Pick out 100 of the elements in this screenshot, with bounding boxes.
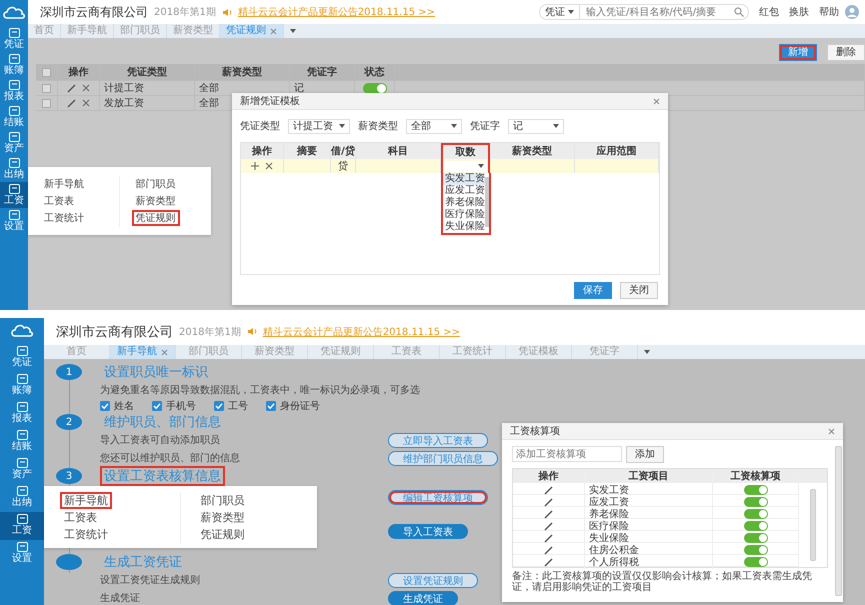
search-icon [734,7,744,17]
tab[interactable]: 新手导航 [110,345,176,359]
menu-item[interactable]: 工资表 [60,508,101,526]
close-icon[interactable] [828,428,835,434]
sidebar-item[interactable]: 资产 [0,130,28,156]
delete-icon[interactable] [82,99,90,107]
toggle-switch[interactable] [744,557,768,567]
checkbox[interactable] [42,68,51,76]
sidebar-item[interactable]: 工资 [0,182,28,208]
column-header: 状态 [355,64,395,80]
menu-item[interactable]: 新手导航 [60,492,112,508]
toggle-switch[interactable] [744,509,768,519]
delete-icon[interactable] [265,162,273,170]
notice-link[interactable]: 精斗云云会计产品更新公告2018.11.15 >> [238,5,436,19]
dropdown-option[interactable]: 实发工资 [443,173,485,185]
action-button[interactable]: 设置凭证规则 [388,572,478,588]
add-button[interactable]: 添加 [626,446,664,462]
dropdown-option[interactable]: 失业保险 [443,221,485,233]
checkbox[interactable] [42,84,51,92]
menu-item[interactable]: 凭证规则 [196,526,248,542]
plus-icon[interactable] [251,162,259,170]
dropdown-option[interactable]: 养老保险 [443,197,485,209]
toggle-switch[interactable] [744,485,768,495]
menu-item[interactable]: 薪资类型 [132,193,180,209]
menu-item[interactable]: 薪资类型 [196,508,248,526]
action-button[interactable]: 立即导入工资表 [388,432,488,448]
menu-item[interactable]: 部门职员 [132,176,180,192]
sidebar-item[interactable]: 凭证 [0,344,44,372]
action-button[interactable]: 编辑工资核算项 [388,490,488,504]
caret-icon[interactable] [644,350,650,354]
select-field[interactable]: 计提工资 [288,118,350,134]
step-number: 2 [56,414,82,430]
table-cell: 实发工资 [585,483,713,497]
menu-item[interactable]: 工资统计 [60,526,112,542]
step-title: 设置职员唯一标识 [103,364,209,382]
header-link[interactable]: 帮助 [819,5,839,19]
panel-icon [16,374,28,384]
sidebar-item[interactable]: 凭证 [0,26,28,52]
notice-link[interactable]: 精斗云云会计产品更新公告2018.11.15 >> [262,324,460,338]
dropdown-option[interactable]: 医疗保险 [443,209,485,221]
toggle-switch[interactable] [744,521,768,531]
panel-icon [16,514,28,524]
scope-dropdown[interactable]: 凭证 [539,4,580,20]
sidebar-item[interactable]: 出纳 [0,156,28,182]
header-link[interactable]: 红包 [759,5,779,19]
panel-icon [8,106,20,116]
dialog-button[interactable]: 关闭 [620,282,658,298]
toggle-switch[interactable] [744,545,768,555]
sidebar-item[interactable]: 资产 [0,456,44,484]
dialog-button[interactable]: 保存 [574,282,612,298]
input-field[interactable]: 添加工资核算项 [512,446,622,462]
sidebar-item[interactable]: 账簿 [0,372,44,400]
delete-icon[interactable] [82,84,90,92]
avatar-icon[interactable] [845,5,859,19]
panel-icon [8,158,20,168]
sidebar-item[interactable]: 设置 [0,540,44,568]
dialog-title: 工资核算项 [510,424,560,438]
tab[interactable]: 凭证规则 [220,24,284,38]
action-button[interactable]: 导入工资表 [388,524,468,538]
sidebar-item[interactable]: 结账 [0,428,44,456]
menu-item[interactable]: 新手导航 [40,176,88,192]
action-button[interactable]: 维护部门职员信息 [388,450,498,466]
sidebar-item[interactable]: 出纳 [0,484,44,512]
sidebar-item[interactable]: 报表 [0,78,28,104]
select-field[interactable] [444,160,487,172]
checkbox[interactable] [266,401,276,411]
panel-icon [8,184,20,194]
step-text: 为避免重名等原因导致数据混乱，工资表中，唯一标识为必录项，可多选 [100,384,421,397]
dropdown-option[interactable]: 应发工资 [443,185,485,197]
close-icon[interactable] [653,98,660,104]
sidebar-item[interactable]: 报表 [0,400,44,428]
step-number: 1 [56,364,82,380]
menu-item[interactable]: 凭证规则 [132,210,180,226]
select-field[interactable]: 记 [508,118,564,134]
sidebar-item[interactable]: 账簿 [0,52,28,78]
toggle-switch[interactable] [362,82,386,94]
search-field[interactable]: 输入凭证/科目名称/代码/摘要 [580,4,749,20]
menu-item[interactable]: 工资表 [40,193,78,209]
checkbox[interactable] [100,401,110,411]
header-link[interactable]: 换肤 [789,5,809,19]
checkbox[interactable] [152,401,162,411]
action-button[interactable]: 生成凭证 [388,590,458,605]
select-field[interactable]: 全部 [406,118,462,134]
toggle-switch[interactable] [744,533,768,543]
field-label: 凭证类型 [240,120,280,133]
cloud-icon [2,4,26,20]
toggle-switch[interactable] [744,497,768,507]
toolbar-button[interactable]: 删除 [827,44,865,61]
table-cell: 贷 [331,159,356,173]
menu-item[interactable]: 部门职员 [196,492,248,508]
sidebar-item[interactable]: 设置 [0,208,28,234]
menu-item[interactable]: 工资统计 [40,210,88,226]
close-icon[interactable] [161,348,168,356]
sidebar-item[interactable]: 工资 [0,512,44,540]
checkbox[interactable] [214,401,224,411]
sidebar-item[interactable]: 结账 [0,104,28,130]
checkbox[interactable] [42,98,51,108]
close-icon[interactable] [270,28,277,34]
toolbar-button[interactable]: 新增 [779,44,817,61]
caret-icon[interactable] [290,29,296,33]
